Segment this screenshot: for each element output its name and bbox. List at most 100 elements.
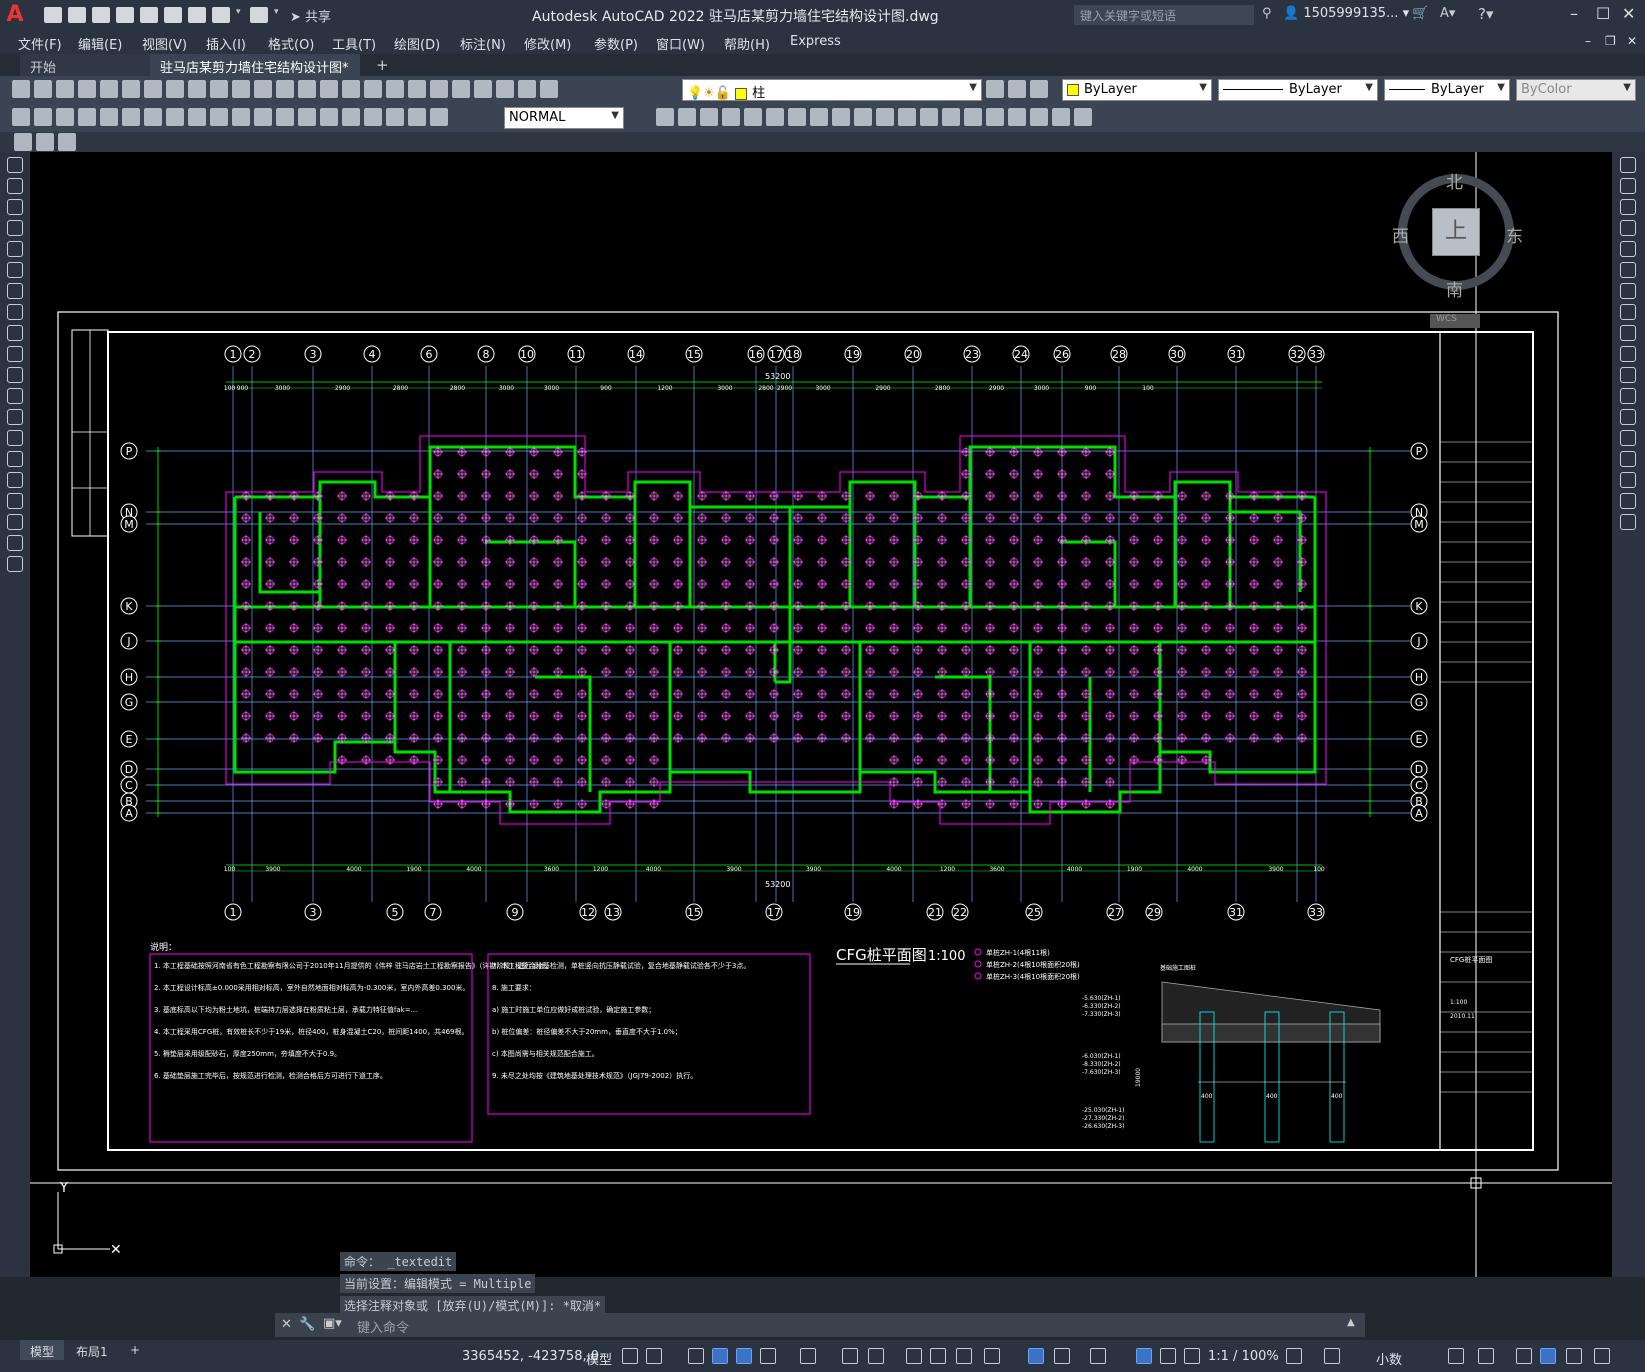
ellipse-icon[interactable] xyxy=(7,346,23,362)
aligned-dim-icon[interactable] xyxy=(34,108,52,126)
rectangle-icon[interactable] xyxy=(7,241,23,257)
dynamic-ucs-icon[interactable] xyxy=(1028,1348,1044,1364)
tab-layout1[interactable]: 布局1 xyxy=(66,1340,118,1360)
annotation-scale-icon[interactable] xyxy=(1184,1348,1200,1364)
view-icon-17[interactable] xyxy=(1008,108,1026,126)
circle-icon[interactable] xyxy=(7,283,23,299)
pan-icon[interactable] xyxy=(298,80,316,98)
line-icon[interactable] xyxy=(7,157,23,173)
radius-icon[interactable] xyxy=(100,108,118,126)
sheet-set-icon[interactable] xyxy=(452,80,470,98)
compass-west[interactable]: 西 xyxy=(1392,222,1409,247)
save-web-icon[interactable] xyxy=(164,7,182,23)
viewcube-top-face[interactable]: 上 xyxy=(1432,208,1480,256)
properties-icon[interactable] xyxy=(386,80,404,98)
polygon-icon[interactable] xyxy=(7,220,23,236)
menu-tools[interactable]: 工具(T) xyxy=(332,34,376,53)
annotation-visibility-icon[interactable] xyxy=(1136,1348,1152,1364)
break-at-point-icon[interactable] xyxy=(1620,388,1636,404)
autocad-logo-icon[interactable]: A xyxy=(0,0,30,30)
block-editor-icon[interactable] xyxy=(232,80,250,98)
layer-state-icon[interactable] xyxy=(58,133,76,151)
help-icon[interactable]: ?▾ xyxy=(1478,5,1494,23)
hardware-acceleration-icon[interactable] xyxy=(1540,1348,1556,1364)
menu-edit[interactable]: 编辑(E) xyxy=(78,34,122,53)
customization-icon[interactable] xyxy=(1594,1348,1610,1364)
layer-match-icon[interactable] xyxy=(1008,80,1026,98)
lineweight-dropdown[interactable]: ByLayer ▼ xyxy=(1384,79,1510,101)
copy-object-icon[interactable] xyxy=(1620,178,1636,194)
view-icon-1[interactable] xyxy=(656,108,674,126)
explode-icon[interactable] xyxy=(1620,514,1636,530)
view-icon-5[interactable] xyxy=(744,108,762,126)
linetype-dropdown[interactable]: ByLayer ▼ xyxy=(1218,79,1378,101)
save-as-icon[interactable] xyxy=(116,7,134,23)
region-icon[interactable] xyxy=(7,493,23,509)
view-icon-2[interactable] xyxy=(678,108,696,126)
isodraft-icon[interactable] xyxy=(800,1348,816,1364)
design-center-icon[interactable] xyxy=(408,80,426,98)
jogged-icon[interactable] xyxy=(122,108,140,126)
view-icon-15[interactable] xyxy=(964,108,982,126)
save-icon[interactable] xyxy=(56,80,74,98)
trim-icon[interactable] xyxy=(1620,346,1636,362)
quick-dim-icon[interactable] xyxy=(188,108,206,126)
new-icon[interactable] xyxy=(44,7,62,23)
plotstyle-dropdown[interactable]: ByColor ▼ xyxy=(1516,79,1636,101)
view-icon-16[interactable] xyxy=(986,108,1004,126)
mtext-icon[interactable] xyxy=(7,535,23,551)
extend-icon[interactable] xyxy=(1620,367,1636,383)
cart-icon[interactable]: 🛒 xyxy=(1412,6,1428,21)
insert-block-icon[interactable] xyxy=(7,388,23,404)
model-space-toggle[interactable]: 模型 xyxy=(586,1349,612,1368)
add-layout-button[interactable]: + xyxy=(120,1340,150,1360)
menu-window[interactable]: 窗口(W) xyxy=(656,34,705,53)
color-dropdown[interactable]: ByLayer ▼ xyxy=(1062,79,1212,101)
make-current-icon[interactable] xyxy=(986,80,1004,98)
user-account[interactable]: 👤 1505999135... ▾ xyxy=(1283,6,1409,21)
snap-icon[interactable] xyxy=(646,1348,662,1364)
doc-minimize-button[interactable]: – xyxy=(1585,34,1591,48)
doc-close-button[interactable]: ✕ xyxy=(1627,34,1637,48)
undo-icon[interactable] xyxy=(254,80,272,98)
lineweight-icon[interactable] xyxy=(906,1348,922,1364)
isolate-objects-icon[interactable] xyxy=(1516,1348,1532,1364)
angular-icon[interactable] xyxy=(166,108,184,126)
cut-icon[interactable] xyxy=(144,80,162,98)
layer-dropdown[interactable]: 💡☀🔓 柱 ▼ xyxy=(682,79,982,101)
open-web-icon[interactable] xyxy=(140,7,158,23)
menu-format[interactable]: 格式(O) xyxy=(268,34,314,53)
chamfer-icon[interactable] xyxy=(1620,451,1636,467)
dim-edit-icon[interactable] xyxy=(386,108,404,126)
command-customize-icon[interactable]: 🔧 xyxy=(299,1317,315,1332)
join-icon[interactable] xyxy=(1620,430,1636,446)
array-icon[interactable] xyxy=(1620,241,1636,257)
dim-text-edit-icon[interactable] xyxy=(408,108,426,126)
move-icon[interactable] xyxy=(1620,262,1636,278)
workspace-gear-icon[interactable] xyxy=(1286,1348,1302,1364)
center-mark-icon[interactable] xyxy=(320,108,338,126)
grid-icon[interactable] xyxy=(622,1348,638,1364)
compass-east[interactable]: 东 xyxy=(1506,222,1523,247)
dim-break-icon[interactable] xyxy=(276,108,294,126)
inspect-icon[interactable] xyxy=(342,108,360,126)
zoom-previous-icon[interactable] xyxy=(364,80,382,98)
menu-view[interactable]: 视图(V) xyxy=(142,34,187,53)
command-history-toggle-icon[interactable]: ▲ xyxy=(1347,1317,1355,1328)
undo-dropdown-icon[interactable]: ▾ xyxy=(236,7,244,23)
hatch-icon[interactable] xyxy=(7,451,23,467)
dim-space-icon[interactable] xyxy=(254,108,272,126)
close-button[interactable]: ✕ xyxy=(1622,4,1635,23)
tolerance-icon[interactable] xyxy=(298,108,316,126)
ordinate-icon[interactable] xyxy=(78,108,96,126)
units-value[interactable]: 小数 xyxy=(1376,1349,1402,1368)
view-icon-14[interactable] xyxy=(942,108,960,126)
view-icon-20[interactable] xyxy=(1074,108,1092,126)
viewcube[interactable]: 上 北 南 东 西 xyxy=(1392,173,1523,301)
search-icon[interactable]: ⚲ xyxy=(1262,6,1272,21)
view-icon-10[interactable] xyxy=(854,108,872,126)
tab-model[interactable]: 模型 xyxy=(20,1340,65,1360)
blend-icon[interactable] xyxy=(1620,493,1636,509)
compass-north[interactable]: 北 xyxy=(1446,168,1463,193)
insert-block-icon[interactable] xyxy=(36,133,54,151)
